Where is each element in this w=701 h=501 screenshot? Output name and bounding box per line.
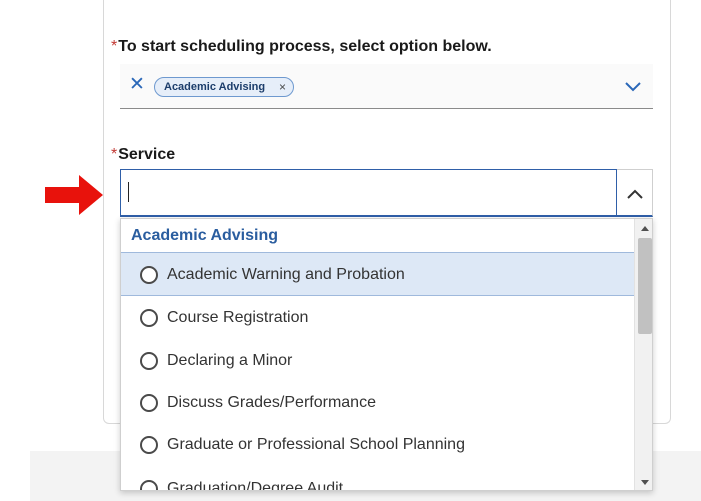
arrow-right-icon (45, 175, 103, 215)
chevron-up-icon (627, 189, 643, 199)
radio-unchecked-icon[interactable] (140, 266, 158, 284)
scroll-up-arrow-icon[interactable] (640, 224, 650, 234)
option-graduate-school[interactable]: Graduate or Professional School Planning (121, 423, 634, 467)
group-header: Academic Advising (121, 219, 634, 253)
service-input[interactable] (120, 169, 617, 217)
option-label: Graduate or Professional School Planning (167, 436, 465, 453)
option-label: Graduation/Degree Audit (167, 480, 344, 491)
option-discuss-grades[interactable]: Discuss Grades/Performance (121, 381, 634, 425)
service-label: *Service (111, 146, 176, 163)
service-toggle-button[interactable] (617, 169, 653, 217)
option-label: Discuss Grades/Performance (167, 394, 376, 411)
scrollbar-thumb[interactable] (638, 238, 652, 334)
chip-remove-icon[interactable]: × (279, 78, 286, 96)
option-declaring-minor[interactable]: Declaring a Minor (121, 339, 634, 383)
option-academic-warning[interactable]: Academic Warning and Probation (121, 252, 634, 296)
scheduling-combobox[interactable]: ✕ Academic Advising × (120, 64, 653, 109)
radio-unchecked-icon[interactable] (140, 436, 158, 454)
scroll-down-arrow-icon[interactable] (640, 477, 650, 487)
option-label: Academic Warning and Probation (167, 266, 405, 283)
option-label: Declaring a Minor (167, 352, 293, 369)
selected-chip: Academic Advising × (154, 77, 294, 97)
option-course-registration[interactable]: Course Registration (121, 296, 634, 340)
chip-label: Academic Advising (164, 81, 266, 93)
service-combobox[interactable] (120, 169, 653, 217)
scheduling-label: *To start scheduling process, select opt… (111, 38, 492, 55)
close-icon[interactable]: ✕ (127, 75, 147, 95)
text-caret (128, 182, 129, 202)
radio-unchecked-icon[interactable] (140, 480, 158, 490)
required-marker: * (111, 38, 118, 55)
required-marker: * (111, 146, 118, 163)
chevron-down-icon[interactable] (623, 76, 643, 96)
dropdown-scrollbar[interactable] (634, 219, 652, 490)
radio-unchecked-icon[interactable] (140, 394, 158, 412)
option-label: Course Registration (167, 309, 309, 326)
service-dropdown-list[interactable]: Academic Advising Academic Warning and P… (120, 218, 653, 491)
radio-unchecked-icon[interactable] (140, 352, 158, 370)
radio-unchecked-icon[interactable] (140, 309, 158, 327)
option-graduation-audit[interactable]: Graduation/Degree Audit (121, 467, 634, 491)
